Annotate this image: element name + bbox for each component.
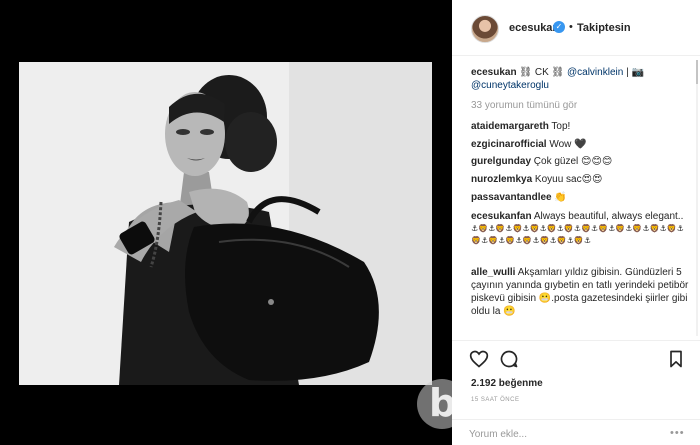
list-item: passavantandlee 👏 [471,191,693,204]
post-timestamp: 15 SAAT ÖNCE [471,397,520,403]
list-item: ataidemargareth Top! [471,120,693,133]
post-actions: 2.192 beğenme 15 SAAT ÖNCE ••• [452,340,700,445]
comment-text: Çok güzel 😊😊😊 [533,156,613,167]
caption-text: ⛓ CK ⛓ [519,67,565,78]
comment-username[interactable]: gurelgunday [471,156,531,167]
photo-viewer: b [0,0,467,445]
caption-username[interactable]: ecesukan [471,67,517,78]
photo-illustration [19,62,432,385]
comment-text: Wow 🖤 [549,139,587,150]
follow-status-button[interactable]: Takiptesin [577,22,631,34]
comment-username[interactable]: alle_wulli [471,267,515,278]
comment-text: Always beautiful, always elegant.. [533,211,684,222]
camera-icon: 📷 [631,67,644,78]
comment-input[interactable] [469,426,669,442]
scroll-thumb[interactable] [696,60,698,84]
header-username[interactable]: ecesukan [509,22,559,34]
comment-username[interactable]: nurozlemkya [471,174,532,185]
caption: ecesukan ⛓ CK ⛓ @calvinklein | 📷 @cuneyt… [471,66,693,92]
comments-scrollbar[interactable] [696,60,698,336]
view-all-comments-link[interactable]: 33 yorumun tümünü gör [471,100,577,111]
comment-box: ••• [452,419,700,445]
header-separator: • [569,21,573,33]
heart-icon[interactable] [469,349,489,369]
avatar[interactable] [471,15,499,43]
more-options-icon[interactable]: ••• [670,427,685,439]
caption-separator: | [626,67,629,78]
post-header: ecesukan ✓ • Takiptesin [452,0,700,56]
post-photo[interactable] [19,62,432,385]
bookmark-icon[interactable] [666,349,686,369]
comment-text: 👏 [554,192,567,203]
comment-text: Koyuu sac😍😍 [534,174,603,185]
comment-username[interactable]: ecesukanfan [471,211,532,222]
post-panel: ecesukan ✓ • Takiptesin ecesukan ⛓ CK ⛓ … [452,0,700,445]
verified-icon: ✓ [553,21,565,33]
comment-username[interactable]: ezgicinarofficial [471,139,547,150]
list-item: gurelgunday Çok güzel 😊😊😊 [471,155,693,168]
list-item: alle_wulli Akşamları yıldız gibisin. Gün… [471,266,693,318]
comment-username[interactable]: ataidemargareth [471,121,549,132]
comment-username[interactable]: passavantandlee [471,192,552,203]
comment-emojis: ⚓🦁⚓🦁⚓🦁⚓🦁⚓🦁⚓🦁⚓🦁⚓🦁⚓🦁⚓🦁⚓🦁⚓🦁⚓🦁⚓🦁⚓🦁⚓🦁⚓🦁⚓🦁⚓🦁⚓ [471,224,684,245]
comments-list: ecesukan ⛓ CK ⛓ @calvinklein | 📷 @cuneyt… [452,56,700,340]
likes-count[interactable]: 2.192 beğenme [471,378,543,389]
list-item: nurozlemkya Koyuu sac😍😍 [471,173,693,186]
mention-link[interactable]: @cuneytakeroglu [471,80,549,91]
mention-link[interactable]: @calvinklein [567,67,623,78]
list-item: ecesukanfan Always beautiful, always ele… [471,210,693,247]
comment-icon[interactable] [499,349,519,369]
comment-text: Top! [551,121,571,132]
list-item: ezgicinarofficial Wow 🖤 [471,138,693,151]
